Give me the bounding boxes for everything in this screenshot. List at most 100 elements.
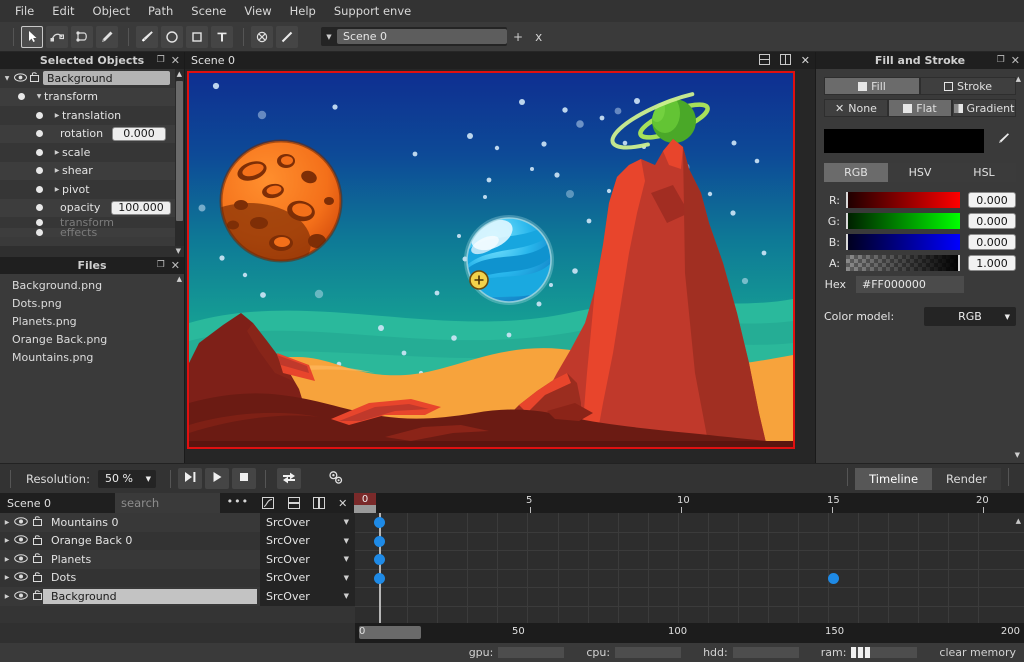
blend-mode-select[interactable]: SrcOver ▼ [260, 587, 355, 606]
blue-value-field[interactable]: 0.000 [968, 234, 1016, 250]
visibility-eye-icon[interactable] [14, 553, 28, 566]
object-row-shear[interactable]: shear [0, 162, 184, 181]
red-slider[interactable] [846, 192, 960, 208]
scrollbar-thumb[interactable] [359, 626, 421, 639]
select-tool-button[interactable] [21, 26, 43, 48]
animator-dot-icon[interactable] [36, 186, 43, 193]
keyframe[interactable] [374, 536, 385, 547]
files-list[interactable]: ▲ Background.png Dots.png Planets.png Or… [0, 274, 184, 463]
object-tree[interactable]: ▲ Background transfo [0, 69, 184, 246]
expand-triangle-icon[interactable] [0, 574, 14, 581]
scroll-up-arrow[interactable]: ▲ [177, 275, 182, 283]
animator-dot-icon[interactable] [36, 167, 43, 174]
close-icon[interactable]: ✕ [171, 55, 180, 66]
split-vertical-icon[interactable] [780, 54, 791, 68]
close-icon[interactable]: ✕ [1011, 55, 1020, 66]
object-row-opacity[interactable]: opacity 100.000 [0, 199, 184, 218]
green-value-field[interactable]: 0.000 [968, 213, 1016, 229]
animator-dot-icon[interactable] [36, 229, 43, 236]
object-row-transform[interactable]: transform [0, 88, 184, 107]
tab-hsl[interactable]: HSL [952, 163, 1016, 182]
circle-tool-button[interactable] [161, 26, 183, 48]
scroll-up-arrow[interactable]: ▲ [177, 70, 182, 78]
lock-icon[interactable] [32, 571, 43, 585]
draw-path-tool-button[interactable] [96, 26, 118, 48]
alpha-slider[interactable] [846, 255, 960, 271]
current-color-swatch[interactable] [824, 129, 984, 153]
eyedropper-button[interactable] [990, 128, 1016, 152]
blend-mode-select[interactable]: SrcOver ▼ [260, 550, 355, 569]
tab-rgb[interactable]: RGB [824, 163, 888, 182]
table-row[interactable]: Orange Back 0 SrcOver ▼ [0, 532, 355, 551]
visibility-eye-icon[interactable] [14, 516, 28, 529]
scene-name-field[interactable]: Scene 0 [337, 29, 507, 44]
blend-mode-select[interactable]: SrcOver ▼ [260, 569, 355, 588]
frame-range-scrollbar[interactable]: 0 50 100 150 200 [355, 623, 1024, 643]
table-row[interactable]: Planets SrcOver ▼ [0, 550, 355, 569]
tab-fill[interactable]: Fill [824, 77, 920, 95]
slider-handle[interactable] [958, 255, 960, 271]
expand-triangle-icon[interactable] [0, 593, 14, 600]
close-icon[interactable]: ✕ [171, 260, 180, 271]
visibility-eye-icon[interactable] [14, 534, 28, 547]
scroll-up-arrow[interactable]: ▲ [1016, 75, 1021, 83]
expand-triangle-icon[interactable] [52, 186, 62, 193]
animator-dot-icon[interactable] [36, 112, 43, 119]
object-name-field[interactable]: Background [43, 71, 170, 85]
split-horizontal-icon[interactable] [759, 54, 770, 68]
graph-editor-icon[interactable] [262, 497, 274, 509]
visibility-eye-icon[interactable] [14, 571, 28, 584]
maximize-icon[interactable]: ❐ [157, 261, 165, 270]
menu-item-view[interactable]: View [235, 1, 280, 21]
blend-mode-select[interactable]: SrcOver ▼ [260, 513, 355, 532]
menu-item-object[interactable]: Object [84, 1, 139, 21]
play-from-start-button[interactable] [178, 468, 202, 489]
layer-list[interactable]: Mountains 0 SrcOver ▼ Orange Back 0 [0, 513, 355, 623]
tab-timeline[interactable]: Timeline [855, 468, 932, 490]
object-row-pivot[interactable]: pivot [0, 180, 184, 199]
tab-none[interactable]: ✕ None [824, 99, 888, 117]
green-slider[interactable] [846, 213, 960, 229]
scroll-down-arrow[interactable]: ▼ [1015, 451, 1020, 459]
visibility-eye-icon[interactable] [14, 72, 27, 85]
rectangle-tool-button[interactable] [186, 26, 208, 48]
keyframe[interactable] [374, 517, 385, 528]
maximize-icon[interactable]: ❐ [157, 56, 165, 65]
lock-icon[interactable] [32, 515, 43, 529]
slider-handle[interactable] [846, 192, 848, 208]
alpha-value-field[interactable]: 1.000 [968, 255, 1016, 271]
visibility-eye-icon[interactable] [14, 590, 28, 603]
close-icon[interactable]: ✕ [801, 54, 810, 67]
slider-handle[interactable] [846, 234, 848, 250]
scrollbar-thumb[interactable] [176, 81, 183, 221]
tab-flat[interactable]: Flat [888, 99, 952, 117]
settings-button[interactable] [324, 468, 348, 489]
close-icon[interactable]: ✕ [338, 497, 347, 510]
expand-triangle-icon[interactable] [0, 537, 14, 544]
object-tree-scrollbar[interactable] [175, 69, 184, 246]
expand-triangle-icon[interactable] [0, 556, 14, 563]
loop-button[interactable] [277, 468, 301, 489]
expand-triangle-icon[interactable] [52, 112, 62, 119]
layer-name[interactable]: Planets [43, 553, 260, 566]
play-button[interactable] [205, 468, 229, 489]
expand-triangle-icon[interactable] [0, 519, 14, 526]
menu-item-path[interactable]: Path [139, 1, 182, 21]
keyframe[interactable] [374, 573, 385, 584]
object-row-scale[interactable]: scale [0, 143, 184, 162]
null-object-tool-button[interactable] [251, 26, 273, 48]
layer-name[interactable]: Dots [43, 571, 260, 584]
animator-dot-icon[interactable] [36, 219, 43, 226]
blue-slider[interactable] [846, 234, 960, 250]
layer-name[interactable]: Mountains 0 [43, 516, 260, 529]
clear-memory-button[interactable]: clear memory [939, 646, 1016, 659]
tab-render[interactable]: Render [932, 468, 1001, 490]
menu-item-support-enve[interactable]: Support enve [325, 1, 420, 21]
expand-triangle-icon[interactable] [52, 149, 62, 156]
object-row-background[interactable]: Background [0, 69, 184, 88]
split-columns-icon[interactable] [313, 497, 325, 509]
paint-tool-button[interactable] [136, 26, 158, 48]
scene-artboard[interactable] [187, 71, 795, 449]
more-dots-icon[interactable]: ••• [227, 495, 249, 508]
opacity-value-field[interactable]: 100.000 [111, 201, 171, 215]
